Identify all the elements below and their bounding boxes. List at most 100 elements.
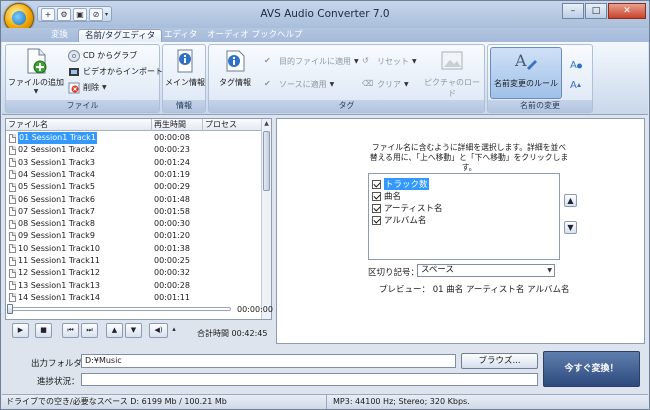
reset-button[interactable]: ↺ リセット ▼	[362, 55, 417, 68]
app-window: AVS Audio Converter 7.0 + ⚙ ▣ ⊘ ▾ – □ ✕ …	[0, 0, 650, 410]
row-filename-text: 01 Session1 Track1	[18, 132, 97, 144]
rename-preview: プレビュー： 01 曲名 アーティスト名 アルバム名	[379, 283, 570, 295]
row-filename-text: 14 Session1 Track14	[18, 292, 100, 302]
move-up-button[interactable]: ▲	[564, 194, 577, 207]
qat-stop-icon[interactable]: ⊘	[89, 7, 103, 21]
album-checkbox[interactable]	[372, 215, 381, 225]
rename-group-caption: 名前の変更	[488, 100, 592, 112]
row-duration: 00:01:48	[154, 194, 190, 204]
convert-now-button[interactable]: 今すぐ変換！	[543, 351, 640, 387]
tag-info-button[interactable]: タグ情報	[211, 47, 259, 99]
file-list-scrollbar[interactable]: ▲	[261, 119, 271, 319]
row-duration: 00:01:38	[154, 243, 190, 253]
qat-settings-icon[interactable]: ⚙	[57, 7, 71, 21]
stop-button[interactable]: ■	[35, 323, 52, 338]
table-row[interactable]: 01 Session1 Track1 00:00:08	[6, 132, 262, 144]
table-row[interactable]: 13 Session1 Track13 00:00:28	[6, 280, 262, 292]
table-row[interactable]: 05 Session1 Track5 00:00:29	[6, 181, 262, 193]
apply-target-button[interactable]: ✔ 目的ファイルに適用 ▼	[264, 55, 359, 68]
table-row[interactable]: 08 Session1 Track8 00:00:30	[6, 218, 262, 230]
volume-icon[interactable]: ◀)	[149, 323, 168, 338]
column-process[interactable]: プロセス	[203, 119, 262, 131]
tab-convert[interactable]: 変換	[45, 29, 74, 42]
table-row[interactable]: 07 Session1 Track7 00:01:58	[6, 206, 262, 218]
title-bar: AVS Audio Converter 7.0 + ⚙ ▣ ⊘ ▾ – □ ✕	[1, 1, 649, 33]
column-filename[interactable]: ファイル名	[6, 119, 152, 131]
option-album[interactable]: アルバム名	[372, 214, 426, 226]
progress-label: 進捗状況：	[37, 377, 80, 387]
tab-name-tag-editor[interactable]: 名前/タグエディタ	[78, 29, 163, 42]
column-duration[interactable]: 再生時間	[152, 119, 203, 131]
play-button[interactable]: ▶	[12, 323, 29, 338]
apply-target-label: 目的ファイルに適用	[279, 57, 351, 66]
minimize-button[interactable]: –	[562, 3, 584, 19]
table-row[interactable]: 10 Session1 Track10 00:01:38	[6, 243, 262, 255]
rename-instruction: ファイル名に含むように詳細を選択します。詳細を並べ替える用に、「上へ移動」と「下…	[369, 143, 569, 172]
scrollbar-thumb[interactable]	[263, 131, 270, 191]
info-document-icon	[177, 49, 193, 73]
menu-info-button[interactable]: メイン情報	[164, 47, 206, 99]
move-up-file-button[interactable]: ▲	[106, 323, 123, 338]
volume-up-icon[interactable]: ▴	[169, 323, 179, 338]
reset-icon: ↺	[362, 55, 369, 65]
load-picture-button[interactable]: ピクチャのロード ▼	[421, 47, 483, 106]
file-icon	[9, 158, 16, 168]
rename-rules-button[interactable]: A 名前変更のルール	[490, 47, 562, 99]
track-number-checkbox[interactable]	[372, 179, 381, 189]
rename-info-icon: A	[570, 60, 582, 70]
table-row[interactable]: 12 Session1 Track12 00:00:32	[6, 267, 262, 279]
video-import-label: ビデオからインポート	[83, 67, 163, 76]
clear-button[interactable]: ⌫ クリア ▼	[362, 78, 409, 91]
close-button[interactable]: ✕	[608, 3, 646, 19]
table-row[interactable]: 09 Session1 Track9 00:01:20	[6, 230, 262, 242]
table-row[interactable]: 06 Session1 Track6 00:01:48	[6, 194, 262, 206]
option-title[interactable]: 曲名	[372, 190, 401, 202]
row-duration: 00:01:11	[154, 292, 190, 302]
table-row[interactable]: 04 Session1 Track4 00:01:19	[6, 169, 262, 181]
tag-info-icon	[226, 50, 245, 72]
qat-add-icon[interactable]: +	[41, 7, 55, 21]
artist-checkbox[interactable]	[372, 203, 381, 213]
table-row[interactable]: 02 Session1 Track2 00:00:23	[6, 144, 262, 156]
option-track-number[interactable]: トラック数	[372, 178, 429, 190]
qat-video-icon[interactable]: ▣	[73, 7, 87, 21]
rename-apply-button[interactable]: A	[570, 77, 582, 90]
next-button[interactable]: ⏭	[81, 323, 98, 338]
cd-grab-button[interactable]: CD からグラブ	[68, 49, 137, 62]
qat-dropdown-icon[interactable]: ▾	[105, 11, 108, 18]
row-duration: 00:01:20	[154, 231, 190, 241]
title-checkbox[interactable]	[372, 191, 381, 201]
previous-button[interactable]: ⏮	[62, 323, 79, 338]
option-artist[interactable]: アーティスト名	[372, 202, 442, 214]
seek-knob[interactable]	[7, 304, 13, 314]
table-row[interactable]: 11 Session1 Track11 00:00:25	[6, 255, 262, 267]
move-down-button[interactable]: ▼	[564, 221, 577, 234]
browse-button[interactable]: ブラウズ...	[461, 353, 538, 369]
output-folder-input[interactable]: D:¥Music	[81, 354, 456, 368]
table-row[interactable]: 03 Session1 Track3 00:01:24	[6, 157, 262, 169]
delete-label: 削除	[83, 83, 99, 92]
seek-bar[interactable]	[7, 304, 231, 314]
ribbon-tabs: 変換 名前/タグエディタ エディタ オーディオ ブック ヘルプ	[1, 28, 649, 42]
file-icon	[9, 219, 16, 229]
maximize-button[interactable]: □	[585, 3, 607, 19]
apply-source-button[interactable]: ✔ ソースに適用 ▼	[264, 78, 334, 91]
separator-select[interactable]: スペース ▼	[417, 264, 555, 277]
reset-dropdown-icon: ▼	[412, 58, 417, 65]
tab-editor[interactable]: エディタ	[158, 29, 203, 42]
file-list: ファイル名 再生時間 プロセス 01 Session1 Track1 00:00:…	[5, 118, 272, 320]
table-row[interactable]: 14 Session1 Track14 00:01:11	[6, 292, 262, 304]
track-number-label: トラック数	[384, 178, 429, 190]
rename-apply-icon: A	[570, 80, 581, 90]
add-files-button[interactable]: ファイルの追加 ▼	[8, 47, 64, 99]
scroll-up-icon[interactable]: ▲	[262, 119, 271, 129]
tag-group-caption: タグ	[209, 100, 484, 112]
check-icon: ✔	[264, 55, 271, 65]
apply-source-label: ソースに適用	[279, 80, 327, 89]
video-import-button[interactable]: ビデオからインポート	[68, 65, 163, 78]
delete-button[interactable]: 削除 ▼	[68, 81, 107, 94]
rename-info-button[interactable]: A	[570, 57, 582, 70]
tab-help[interactable]: ヘルプ	[271, 29, 309, 42]
move-down-file-button[interactable]: ▼	[125, 323, 142, 338]
svg-text:A: A	[570, 80, 577, 90]
